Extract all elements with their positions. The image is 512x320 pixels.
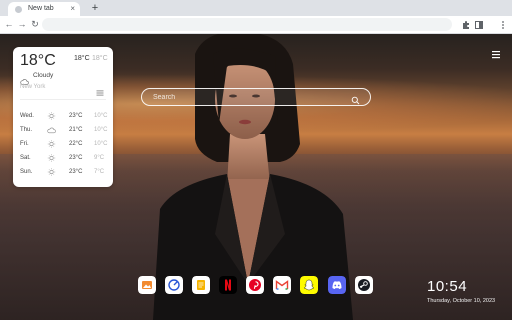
- tab-new-tab[interactable]: New tab ×: [8, 2, 80, 16]
- weather-condition: Cloudy: [33, 72, 54, 79]
- weather-divider: [20, 99, 106, 100]
- tab-close-icon[interactable]: ×: [70, 4, 75, 14]
- today-high-temperature: 18°C: [74, 55, 90, 62]
- forecast-low: 9°C: [94, 155, 105, 161]
- cloud-icon: [47, 126, 56, 134]
- cloud-icon: [20, 72, 29, 85]
- new-tab-page: 18°C 18°C 18°C Cloudy New York Wed. 23°C…: [0, 34, 512, 320]
- sun-icon: [47, 154, 56, 162]
- forecast-day: Thu.: [20, 127, 33, 133]
- forecast-low: 10°C: [94, 141, 108, 147]
- discord-app-icon: [328, 276, 346, 294]
- speedtest-app-icon: [165, 276, 183, 294]
- address-input[interactable]: [50, 18, 444, 31]
- sun-icon: [47, 140, 56, 148]
- forecast-high: 23°C: [69, 113, 83, 119]
- photos-app-shortcut[interactable]: [138, 276, 156, 294]
- weather-city: New York: [20, 84, 46, 90]
- kebab-menu-icon[interactable]: [497, 18, 509, 30]
- address-bar[interactable]: [42, 18, 452, 31]
- forecast-row: Thu. 21°C 10°C: [20, 123, 108, 137]
- snapchat-app-icon: [300, 276, 318, 294]
- forecast-day: Wed.: [20, 113, 34, 119]
- discord-app-shortcut[interactable]: [328, 276, 346, 294]
- photos-app-icon: [138, 276, 156, 294]
- gmail-app-shortcut[interactable]: [273, 276, 291, 294]
- forecast-low: 10°C: [94, 127, 108, 133]
- sun-icon: [47, 112, 56, 120]
- new-tab-button[interactable]: +: [89, 2, 101, 14]
- clock-date: Thursday, October 10, 2023: [427, 298, 496, 304]
- back-button[interactable]: ←: [3, 18, 15, 30]
- side-panel-icon[interactable]: [473, 18, 485, 30]
- forecast-high: 23°C: [69, 155, 83, 161]
- reload-button[interactable]: ↻: [29, 18, 41, 30]
- today-low-temperature: 18°C: [92, 55, 108, 62]
- forecast-row: Wed. 23°C 10°C: [20, 109, 108, 123]
- forecast-row: Fri. 22°C 10°C: [20, 137, 108, 151]
- tab-strip: New tab × +: [0, 0, 512, 16]
- gmail-app-icon: [273, 276, 291, 294]
- search-icon[interactable]: [351, 92, 360, 105]
- notes-app-shortcut[interactable]: [192, 276, 210, 294]
- extensions-icon[interactable]: [460, 18, 472, 30]
- forecast-high: 23°C: [69, 169, 83, 175]
- search-bar[interactable]: [141, 88, 371, 106]
- forecast-day: Fri.: [20, 141, 29, 147]
- forecast-day: Sat.: [20, 155, 31, 161]
- steam-app-shortcut[interactable]: [355, 276, 373, 294]
- forecast-day: Sun.: [20, 169, 33, 175]
- notes-app-icon: [192, 276, 210, 294]
- speedtest-app-shortcut[interactable]: [165, 276, 183, 294]
- page-menu-icon[interactable]: [491, 46, 501, 59]
- forecast-row: Sun. 23°C 7°C: [20, 165, 108, 179]
- browser-window: New tab × + ← → ↻ 18°C 18°C 18°C Cloudy …: [0, 0, 512, 320]
- forecast-high: 22°C: [69, 141, 83, 147]
- netflix-app-icon: [219, 276, 237, 294]
- pinterest-app-shortcut[interactable]: [246, 276, 264, 294]
- tab-title: New tab: [28, 5, 54, 12]
- steam-app-icon: [355, 276, 373, 294]
- tab-favicon-icon: [15, 6, 22, 13]
- browser-toolbar: ← → ↻: [0, 16, 512, 34]
- forecast-low: 7°C: [94, 169, 105, 175]
- forecast-high: 21°C: [69, 127, 83, 133]
- current-temperature: 18°C: [20, 52, 56, 69]
- weather-forecast-list: Wed. 23°C 10°C Thu. 21°C 10°C Fri. 22°C …: [20, 109, 108, 179]
- forecast-low: 10°C: [94, 113, 108, 119]
- snapchat-app-shortcut[interactable]: [300, 276, 318, 294]
- weather-widget: 18°C 18°C 18°C Cloudy New York Wed. 23°C…: [13, 47, 113, 187]
- clock-time: 10:54: [427, 278, 468, 295]
- netflix-app-shortcut[interactable]: [219, 276, 237, 294]
- forecast-row: Sat. 23°C 9°C: [20, 151, 108, 165]
- hamburger-menu-icon[interactable]: [96, 84, 104, 96]
- pinterest-app-icon: [246, 276, 264, 294]
- sun-icon: [47, 168, 56, 176]
- forward-button[interactable]: →: [16, 18, 28, 30]
- search-input[interactable]: [153, 91, 343, 103]
